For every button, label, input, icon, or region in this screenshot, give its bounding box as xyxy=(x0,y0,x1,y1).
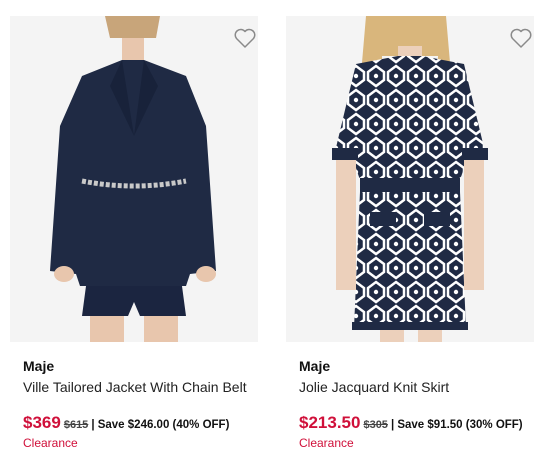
price-row: $369 $615 | Save $246.00 (40% OFF) xyxy=(23,413,229,433)
product-card[interactable]: Maje Ville Tailored Jacket With Chain Be… xyxy=(0,0,268,461)
savings-text: | Save $246.00 (40% OFF) xyxy=(91,419,230,431)
product-brand[interactable]: Maje xyxy=(299,358,330,374)
product-brand[interactable]: Maje xyxy=(23,358,54,374)
sale-price: $213.50 xyxy=(299,413,361,432)
product-photo-jacket xyxy=(10,16,258,342)
wishlist-heart-icon[interactable] xyxy=(233,27,257,49)
original-price: $615 xyxy=(63,419,89,431)
sale-price: $369 xyxy=(23,413,61,432)
savings-text: | Save $91.50 (30% OFF) xyxy=(390,419,523,431)
wishlist-heart-icon[interactable] xyxy=(509,27,533,49)
clearance-badge: Clearance xyxy=(23,436,78,450)
price-row: $213.50 $305 | Save $91.50 (30% OFF) xyxy=(299,413,523,433)
product-card[interactable]: Maje Jolie Jacquard Knit Skirt $213.50 $… xyxy=(276,0,544,461)
product-photo-skirt xyxy=(286,16,534,342)
product-image[interactable] xyxy=(286,16,534,342)
product-title[interactable]: Jolie Jacquard Knit Skirt xyxy=(299,379,449,395)
original-price: $305 xyxy=(363,419,388,431)
product-image[interactable] xyxy=(10,16,258,342)
clearance-badge: Clearance xyxy=(299,436,354,450)
product-title[interactable]: Ville Tailored Jacket With Chain Belt xyxy=(23,379,247,395)
